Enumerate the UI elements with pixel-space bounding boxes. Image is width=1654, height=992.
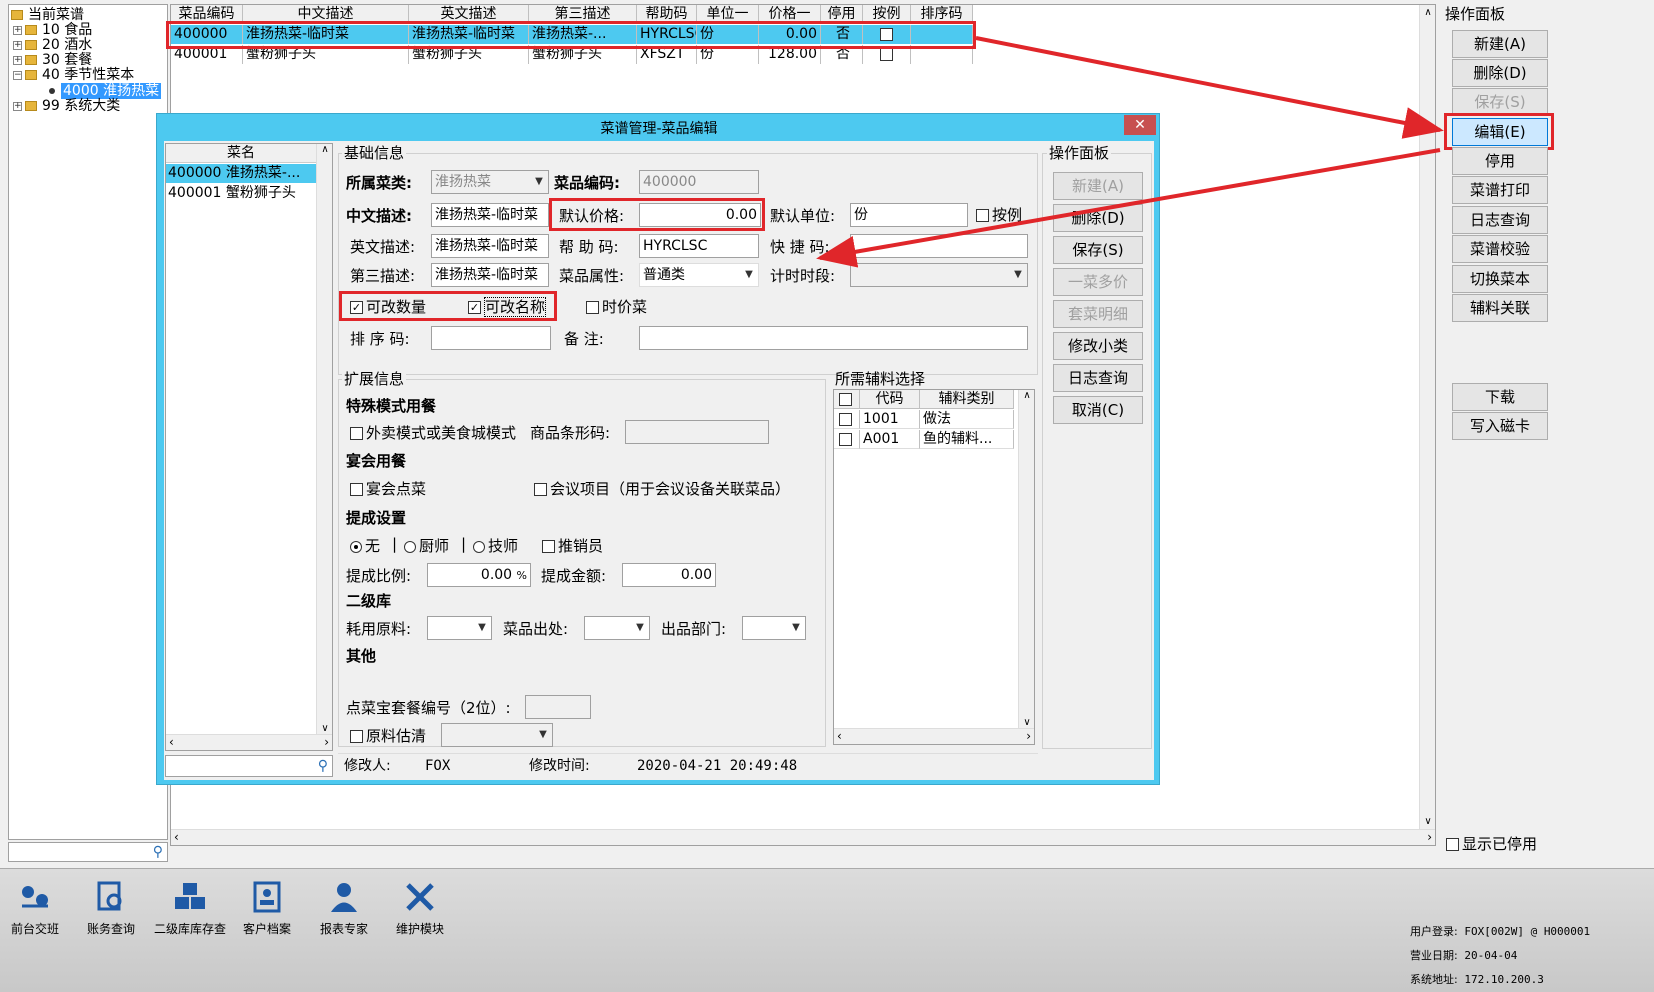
- maintenance-button[interactable]: 维护模块: [385, 880, 455, 937]
- report-expert-button[interactable]: 报表专家: [309, 880, 379, 937]
- tools-icon: [402, 880, 438, 914]
- shift-handover-button[interactable]: 前台交班: [0, 880, 70, 937]
- stock-query-button[interactable]: 二级库库存查: [148, 880, 232, 937]
- customer-file-button[interactable]: 客户档案: [232, 880, 302, 937]
- status-addr: 系统地址: 172.10.200.3: [1410, 973, 1544, 986]
- user-icon: [326, 880, 362, 914]
- annotation-arrows: [816, 36, 1444, 268]
- boxes-icon: [172, 880, 208, 914]
- account-query-button[interactable]: 账务查询: [76, 880, 146, 937]
- search-doc-icon: [93, 880, 129, 914]
- status-user: 用户登录: FOX[002W] @ H000001: [1410, 925, 1591, 938]
- status-date: 营业日期: 20-04-04: [1410, 949, 1518, 962]
- contact-card-icon: [249, 880, 285, 914]
- status-panel: 用户登录: FOX[002W] @ H000001 营业日期: 20-04-04…: [1410, 920, 1590, 992]
- handover-icon: [17, 880, 53, 914]
